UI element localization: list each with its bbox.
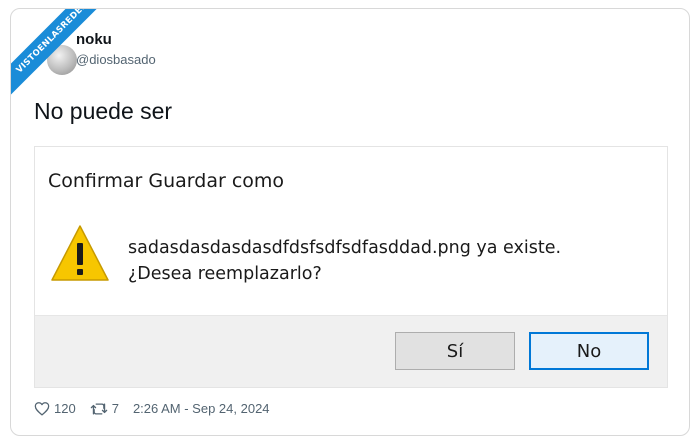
confirm-dialog: Confirmar Guardar como sadasdasdasdasdfd… (34, 146, 668, 388)
retweet-icon (90, 402, 107, 415)
dialog-title: Confirmar Guardar como (48, 170, 285, 192)
author-name[interactable]: noku (76, 31, 112, 48)
retweet-button[interactable]: 7 (90, 401, 119, 416)
dialog-message: sadasdasdasdasdfdsfsdfsdfasddad.png ya e… (128, 235, 561, 287)
message-line-2: ¿Desea reemplazarlo? (128, 264, 322, 284)
tweet-meta: 120 7 2:26 AM - Sep 24, 2024 (34, 401, 270, 416)
warning-icon (51, 225, 109, 281)
retweet-count: 7 (111, 401, 119, 416)
like-button[interactable]: 120 (34, 401, 76, 416)
message-line-1: sadasdasdasdasdfdsfsdfsdfasddad.png ya e… (128, 238, 562, 258)
heart-icon (34, 402, 50, 416)
author-handle[interactable]: @diosbasado (76, 52, 156, 67)
tweet-timestamp[interactable]: 2:26 AM - Sep 24, 2024 (133, 401, 270, 416)
like-count: 120 (54, 401, 76, 416)
yes-button[interactable]: Sí (395, 332, 515, 370)
no-button[interactable]: No (529, 332, 649, 370)
dialog-footer: Sí No (35, 315, 667, 387)
tweet-text: No puede ser (34, 98, 173, 124)
